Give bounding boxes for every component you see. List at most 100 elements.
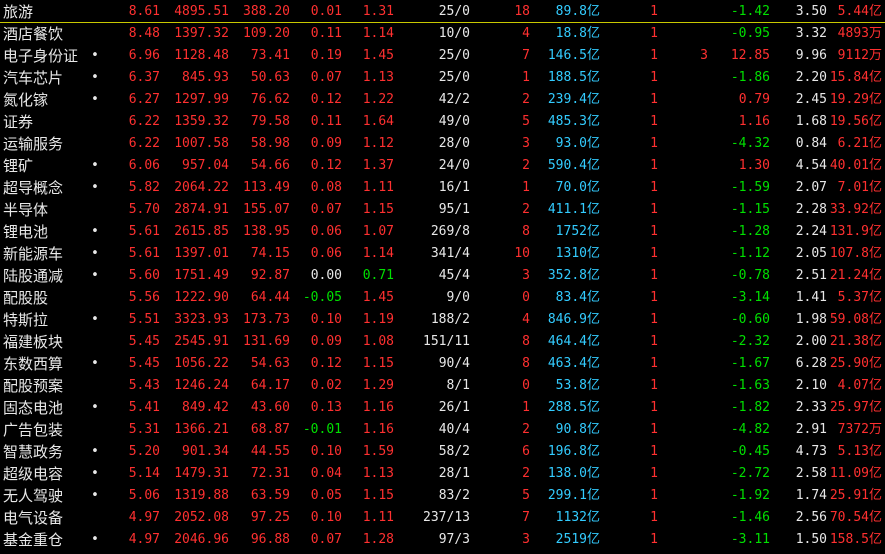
- price: 1297.99: [174, 92, 229, 107]
- change-stat: -1.92: [730, 488, 770, 503]
- capital-flow-value: 9112: [837, 48, 869, 63]
- capital-flow-value: 5.44: [837, 4, 869, 19]
- price: 1359.32: [174, 114, 229, 129]
- capital-flow-unit: 亿: [868, 466, 882, 481]
- table-row[interactable]: 锂矿 • 6.06 957.04 54.66 0.12 1.37 24/0 2 1 1.30 4.54…: [0, 155, 885, 177]
- price: 1222.90: [174, 290, 229, 305]
- price: 1319.88: [174, 488, 229, 503]
- capital-flow-value: 5.37: [837, 290, 869, 305]
- capital-flow: 21.24亿: [800, 265, 882, 287]
- turnover-amount: 846.9亿: [534, 309, 600, 331]
- turnover-amount: 485.3亿: [534, 111, 600, 133]
- table-row[interactable]: 证券 6.22 1359.32 79.58 0.11 1.64 49/0 5 1 1.16 1.68…: [0, 111, 885, 133]
- table-row[interactable]: 超导概念 • 5.82 2064.22 113.49 0.08 1.11 16/1 1 1 -1.5…: [0, 177, 885, 199]
- change-amount: 173.73: [243, 312, 290, 327]
- rise-speed: 0.13: [310, 400, 342, 415]
- sector-name: 基金重仓: [3, 531, 64, 549]
- capital-flow: 59.08亿: [800, 309, 882, 331]
- turnover-amount-unit: 亿: [586, 268, 600, 283]
- capital-flow: 40.01亿: [800, 155, 882, 177]
- table-row[interactable]: 配股股 5.56 1222.90 64.44 -0.05 1.45 9/0 0 1 -3.14 1.…: [0, 287, 885, 309]
- capital-flow: 11.09亿: [800, 463, 882, 485]
- capital-flow: 25.97亿: [800, 397, 882, 419]
- volume-ratio: 1.31: [362, 4, 394, 19]
- turnover-amount-value: 89.8: [555, 4, 587, 19]
- volume-ratio: 1.13: [362, 466, 394, 481]
- table-row[interactable]: 基金重仓 • 4.97 2046.96 96.88 0.07 1.28 97/3 3 1 -3.11…: [0, 529, 885, 551]
- volume-ratio: 1.37: [362, 158, 394, 173]
- extra-count: [662, 375, 708, 397]
- turnover-amount-unit: 亿: [586, 114, 600, 129]
- table-row[interactable]: 超级电容 • 5.14 1479.31 72.31 0.04 1.13 28/1 2 1 -2.72…: [0, 463, 885, 485]
- volume-ratio: 1.15: [362, 356, 394, 371]
- turnover-amount-value: 18.8: [555, 26, 587, 41]
- table-row[interactable]: 酒店餐饮 8.48 1397.32 109.20 0.11 1.14 10/0 4 1 -0.95…: [0, 23, 885, 45]
- turnover-amount-value: 2519: [555, 532, 587, 547]
- turnover-amount: 299.1亿: [534, 485, 600, 507]
- table-row[interactable]: 智慧政务 • 5.20 901.34 44.55 0.10 1.59 58/2 6 1 -0.45 4…: [0, 441, 885, 463]
- table-row[interactable]: 福建板块 5.45 2545.91 131.69 0.09 1.08 151/11 8 1 -2.…: [0, 331, 885, 353]
- table-row[interactable]: 无人驾驶 • 5.06 1319.88 63.59 0.05 1.15 83/2 5 1 -1.92…: [0, 485, 885, 507]
- sector-name: 运输服务: [3, 135, 64, 153]
- price: 2046.96: [174, 532, 229, 547]
- up-down-count: 28/1: [438, 466, 470, 481]
- table-row[interactable]: 电子身份证 • 6.96 1128.48 73.41 0.19 1.45 25/0 7 1 3 12.…: [0, 45, 885, 67]
- table-row[interactable]: 运输服务 6.22 1007.58 58.98 0.09 1.12 28/0 3 1 -4.32 0…: [0, 133, 885, 155]
- limit-up-count: 5: [522, 488, 530, 503]
- change-stat: -2.32: [730, 334, 770, 349]
- limit-up-count: 0: [522, 378, 530, 393]
- table-row[interactable]: 氮化镓 • 6.27 1297.99 76.62 0.12 1.22 42/2 2 1 0.79 2.…: [0, 89, 885, 111]
- capital-flow-unit: 亿: [868, 92, 882, 107]
- rank-value: 1: [650, 26, 658, 41]
- change-amount: 388.20: [243, 4, 290, 19]
- rank-value: 1: [650, 158, 658, 173]
- capital-flow-value: 7.01: [837, 180, 869, 195]
- rise-speed: 0.10: [310, 510, 342, 525]
- capital-flow-value: 19.56: [829, 114, 869, 129]
- change-percent: 5.45: [128, 334, 160, 349]
- capital-flow-unit: 亿: [868, 488, 882, 503]
- table-row[interactable]: 东数西算 • 5.45 1056.22 54.63 0.12 1.15 90/4 8 1 -1.67…: [0, 353, 885, 375]
- extra-count: [662, 353, 708, 375]
- rise-speed: 0.12: [310, 92, 342, 107]
- extra-count: [662, 243, 708, 265]
- capital-flow-unit: 亿: [868, 246, 882, 261]
- capital-flow: 21.38亿: [800, 331, 882, 353]
- change-stat: 1.30: [738, 158, 770, 173]
- bullet-marker: [89, 507, 101, 529]
- rank-value: 1: [650, 224, 658, 239]
- rise-speed: 0.10: [310, 444, 342, 459]
- rise-speed: 0.02: [310, 378, 342, 393]
- rise-speed: 0.06: [310, 246, 342, 261]
- bullet-marker: [89, 111, 101, 133]
- change-amount: 63.59: [250, 488, 290, 503]
- change-amount: 54.63: [250, 356, 290, 371]
- turnover-amount-value: 464.4: [547, 334, 587, 349]
- table-row[interactable]: 陆股通减 • 5.60 1751.49 92.87 0.00 0.71 45/4 3 1 -0.78…: [0, 265, 885, 287]
- rise-speed: 0.00: [310, 268, 342, 283]
- limit-up-count: 2: [522, 466, 530, 481]
- table-row[interactable]: 配股预案 5.43 1246.24 64.17 0.02 1.29 8/1 0 1 -1.63 2.…: [0, 375, 885, 397]
- change-percent: 4.97: [128, 510, 160, 525]
- table-row[interactable]: 新能源车 • 5.61 1397.01 74.15 0.06 1.14 341/4 10 1 -1.…: [0, 243, 885, 265]
- up-down-count: 42/2: [438, 92, 470, 107]
- table-row[interactable]: 固态电池 • 5.41 849.42 43.60 0.13 1.16 26/1 1 1 -1.82 2…: [0, 397, 885, 419]
- capital-flow-value: 19.29: [829, 92, 869, 107]
- table-row[interactable]: 特斯拉 • 5.51 3323.93 173.73 0.10 1.19 188/2 4 1 -0.6…: [0, 309, 885, 331]
- table-row[interactable]: 广告包装 5.31 1366.21 68.87 -0.01 1.16 40/4 2 1 -4.82…: [0, 419, 885, 441]
- table-row[interactable]: 半导体 5.70 2874.91 155.07 0.07 1.15 95/1 2 1 -1.15 2…: [0, 199, 885, 221]
- change-amount: 43.60: [250, 400, 290, 415]
- limit-up-count: 0: [522, 290, 530, 305]
- change-amount: 155.07: [243, 202, 290, 217]
- capital-flow-unit: 亿: [868, 70, 882, 85]
- sector-name: 电子身份证: [3, 47, 79, 65]
- extra-count: [662, 529, 708, 551]
- table-row[interactable]: 旅游 8.61 4895.51 388.20 0.01 1.31 25/0 18 1 -1.42 3…: [0, 1, 885, 23]
- table-row[interactable]: 汽车芯片 • 6.37 845.93 50.63 0.07 1.13 25/0 1 1 -1.86 2…: [0, 67, 885, 89]
- rank-value: 1: [650, 378, 658, 393]
- sector-name: 东数西算: [3, 355, 64, 373]
- turnover-amount-unit: 亿: [586, 466, 600, 481]
- change-stat: -4.82: [730, 422, 770, 437]
- table-row[interactable]: 锂电池 • 5.61 2615.85 138.95 0.06 1.07 269/8 8 1 -1.2…: [0, 221, 885, 243]
- table-row[interactable]: 电气设备 4.97 2052.08 97.25 0.10 1.11 237/13 7 1 -1.4…: [0, 507, 885, 529]
